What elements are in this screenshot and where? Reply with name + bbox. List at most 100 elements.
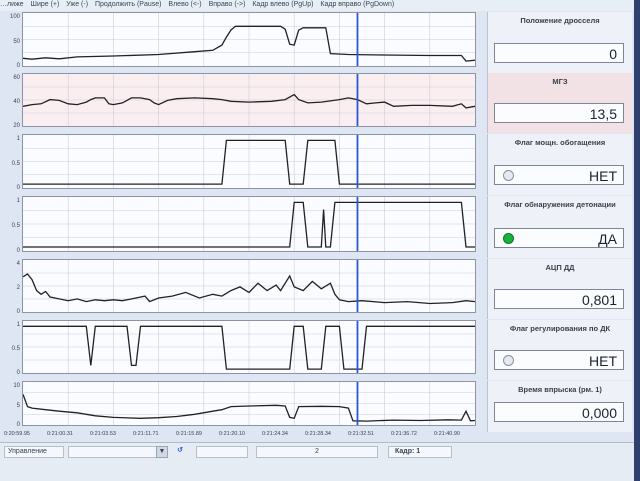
x-tick-label: 0:21:36.72: [391, 431, 417, 437]
y-tick-label: 0: [16, 309, 20, 315]
x-tick-label: 0:21:40.90: [434, 431, 460, 437]
status-led-icon: [503, 170, 514, 181]
panel-value: НЕТ: [589, 168, 617, 184]
value-panel: МГЗ 13,5: [487, 73, 632, 133]
menu-frame-left[interactable]: Кадр влево (PgUp): [252, 1, 313, 8]
status-bar: Управление ▼ ↺ 2 Кадр: 1: [0, 442, 634, 481]
panel-title: Флаг мощн. обогащения: [514, 138, 606, 147]
y-tick-label: 1: [16, 136, 20, 142]
plot-area[interactable]: [22, 320, 476, 374]
mode-field: Управление: [4, 446, 64, 458]
value-panel: Флаг обнаружения детонации ДА: [487, 196, 632, 258]
panel-value: 0,801: [581, 292, 617, 308]
panel-value: 0,000: [581, 405, 617, 421]
menu-wider[interactable]: Шире (+): [31, 1, 60, 8]
x-tick-label: 0:21:28.34: [305, 431, 331, 437]
x-tick-label: 0:21:32.51: [348, 431, 374, 437]
plot-area[interactable]: [22, 73, 476, 127]
x-tick-label: 0:21:15.89: [176, 431, 202, 437]
panel-value: 13,5: [589, 106, 617, 122]
x-tick-label: 0:21:24.34: [262, 431, 288, 437]
chart-injection-time: 10 5 0: [6, 381, 484, 430]
panel-title: Время впрыска (рм. 1): [518, 385, 602, 394]
chart-mgz: 60 40 20: [6, 73, 484, 131]
y-tick-label: 0: [16, 248, 20, 254]
plot-svg: [23, 260, 475, 312]
y-tick-label: 20: [13, 123, 20, 129]
panel-title: МГЗ: [552, 77, 568, 86]
value-panel: Положение дросселя 0: [487, 12, 632, 73]
empty-field: [196, 446, 248, 458]
menu-continue[interactable]: Продолжить (Pause): [95, 1, 161, 8]
plot-area[interactable]: [22, 381, 476, 426]
plot-svg: [23, 13, 475, 66]
x-tick-label: 0:21:20.10: [219, 431, 245, 437]
menu-zoom-in[interactable]: …лиже: [0, 1, 24, 8]
y-tick-label: 1: [16, 198, 20, 204]
plot-area[interactable]: [22, 12, 476, 67]
count-field: 2: [256, 446, 378, 458]
plot-svg: [23, 382, 475, 425]
count-value: 2: [315, 448, 319, 455]
y-tick-label: 40: [13, 99, 20, 105]
y-tick-label: 2: [16, 285, 20, 291]
y-tick-label: 60: [13, 75, 20, 81]
y-tick-label: 0.5: [11, 346, 20, 352]
value-field: 13,5: [494, 103, 624, 123]
menu-bar: …лиже Шире (+) Уже (-) Продолжить (Pause…: [0, 0, 634, 11]
refresh-icon[interactable]: ↺: [174, 446, 186, 458]
panel-value: 0: [609, 46, 617, 62]
y-tick-label: 0: [16, 370, 20, 376]
plot-area[interactable]: [22, 196, 476, 252]
chevron-down-icon[interactable]: ▼: [156, 446, 168, 458]
time-axis: 0:20:59.95 0:21:00.31 0:21:03.53 0:21:11.71…: [0, 430, 484, 440]
value-field: ДА: [494, 228, 624, 248]
value-field: 0,801: [494, 289, 624, 309]
menu-narrower[interactable]: Уже (-): [66, 1, 88, 8]
panel-title: Положение дросселя: [520, 16, 600, 25]
x-tick-label: 0:21:11.71: [133, 431, 159, 437]
plot-svg: [23, 135, 475, 188]
value-field: НЕТ: [494, 165, 624, 185]
menu-left[interactable]: Влево (<-): [168, 1, 201, 8]
frame-field: Кадр: 1: [388, 446, 452, 458]
screen: …лиже Шире (+) Уже (-) Продолжить (Pause…: [0, 0, 634, 481]
chart-knock-flag: 1 0.5 0: [6, 196, 484, 256]
y-tick-label: 0.5: [11, 223, 20, 229]
value-panel: Флаг мощн. обогащения НЕТ: [487, 134, 632, 195]
menu-right[interactable]: Вправо (->): [209, 1, 246, 8]
y-tick-label: 50: [13, 38, 20, 45]
x-tick-label: 0:21:00.31: [47, 431, 73, 437]
value-panel: АЦП ДД 0,801: [487, 259, 632, 319]
plot-svg: [23, 197, 475, 251]
plot-area[interactable]: [22, 259, 476, 313]
value-field: 0,000: [494, 402, 624, 422]
y-tick-label: 0: [16, 63, 20, 69]
status-led-icon: [503, 355, 514, 366]
plot-svg: [23, 321, 475, 373]
mode-label: Управление: [8, 448, 47, 455]
y-tick-label: 0: [16, 422, 20, 428]
panel-title: АЦП ДД: [545, 263, 575, 272]
y-tick-label: 5: [16, 402, 20, 409]
chart-throttle: 100 50 0: [6, 12, 484, 71]
x-tick-label: 0:20:59.95: [4, 431, 30, 437]
chart-rich-flag: 1 0.5 0: [6, 134, 484, 193]
chart-regulation-flag: 1 0.5 0: [6, 320, 484, 378]
channel-select[interactable]: [68, 446, 168, 458]
plot-area[interactable]: [22, 134, 476, 189]
x-tick-label: 0:21:03.53: [90, 431, 116, 437]
panel-value: ДА: [598, 231, 617, 247]
value-field: 0: [494, 43, 624, 63]
y-tick-label: 0.5: [11, 160, 20, 167]
frame-label: Кадр: 1: [395, 448, 421, 455]
value-panel: Флаг регулирования по ДК НЕТ: [487, 320, 632, 380]
status-led-icon: [503, 233, 514, 244]
menu-frame-right[interactable]: Кадр вправо (PgDown): [320, 1, 394, 8]
y-tick-label: 0: [16, 185, 20, 191]
plot-svg: [23, 74, 475, 126]
y-tick-label: 100: [9, 14, 20, 20]
y-tick-label: 1: [16, 322, 20, 328]
panel-title: Флаг обнаружения детонации: [504, 200, 616, 209]
panel-title: Флаг регулирования по ДК: [509, 324, 611, 333]
